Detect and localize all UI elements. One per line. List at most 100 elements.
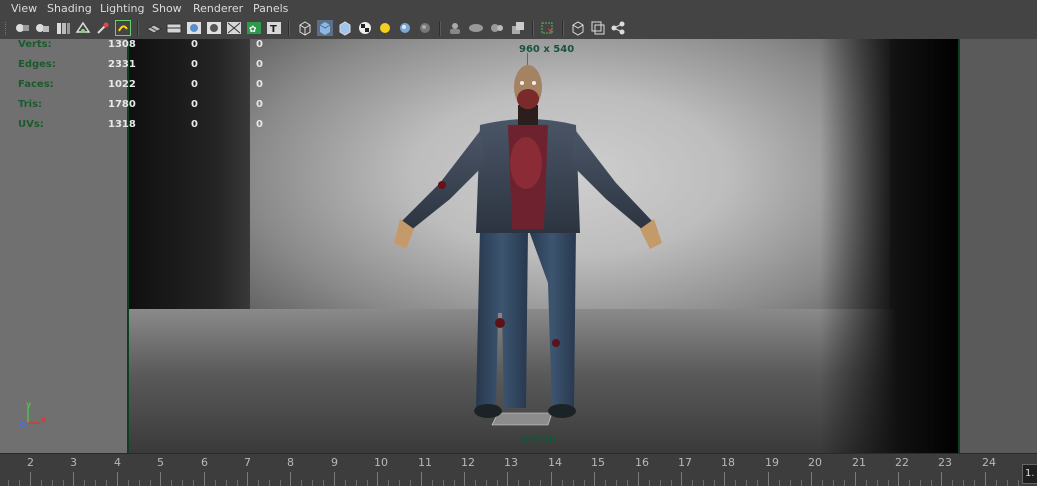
time-slider-frame-number: 2 (27, 456, 34, 469)
time-slider-minor-tick (475, 480, 476, 486)
grid-icon[interactable] (146, 20, 162, 36)
viewport-right-wall (820, 39, 960, 453)
perspective-viewport[interactable]: Verts: 1308 0 0 Edges: 2331 0 0 Faces: 1… (0, 39, 1037, 453)
svg-text:T: T (270, 24, 277, 35)
panel-menubar: View Shading Lighting Show Renderer Pane… (0, 0, 1037, 18)
bounding-box-icon[interactable] (337, 20, 353, 36)
time-slider-minor-tick (790, 480, 791, 486)
camera-attributes-icon[interactable] (34, 20, 50, 36)
time-slider-minor-tick (323, 480, 324, 486)
hud-uvs-label: UVs: (18, 119, 44, 130)
character-model[interactable] (380, 53, 680, 433)
2d-pan-zoom-icon[interactable] (115, 20, 131, 36)
time-slider-frame-number: 10 (374, 456, 388, 469)
wireframe-icon[interactable] (297, 20, 313, 36)
time-slider-frame-number: 11 (418, 456, 432, 469)
time-slider-frame-number: 6 (201, 456, 208, 469)
resolution-gate-icon[interactable] (186, 20, 202, 36)
field-chart-icon[interactable] (226, 20, 242, 36)
gate-mask-icon[interactable] (206, 20, 222, 36)
time-slider-frame-number: 12 (461, 456, 475, 469)
share-icon[interactable] (610, 20, 626, 36)
time-slider-minor-tick (573, 480, 574, 486)
xray-joints-icon[interactable] (570, 20, 586, 36)
xray-icon[interactable] (540, 20, 556, 36)
time-slider-minor-tick (562, 480, 563, 486)
hud-edges-selected: 0 (191, 59, 198, 70)
time-slider-minor-tick (931, 480, 932, 486)
hud-uvs-uv: 0 (256, 119, 263, 130)
film-gate-icon[interactable] (166, 20, 182, 36)
time-slider-frame-number: 23 (938, 456, 952, 469)
toolbar-separator (288, 21, 290, 36)
time-slider-minor-tick (888, 480, 889, 486)
time-slider-minor-tick (63, 480, 64, 486)
axis-z-label: z (19, 419, 24, 428)
bookmark-icon[interactable] (55, 20, 71, 36)
time-slider-minor-tick (19, 480, 20, 486)
time-slider-frame-number: 20 (808, 456, 822, 469)
menu-show[interactable]: Show (152, 2, 182, 15)
time-slider-minor-tick (529, 480, 530, 486)
time-slider-minor-tick (486, 480, 487, 486)
grease-pencil-icon[interactable] (95, 20, 111, 36)
time-slider-minor-tick (714, 480, 715, 486)
time-slider-minor-tick (8, 480, 9, 486)
time-slider-minor-tick (269, 480, 270, 486)
depth-of-field-icon[interactable] (489, 20, 505, 36)
textured-icon[interactable] (357, 20, 373, 36)
hud-tris-selected: 0 (191, 99, 198, 110)
menu-view[interactable]: View (11, 2, 37, 15)
time-slider-minor-tick (909, 480, 910, 486)
time-slider-minor-tick (779, 480, 780, 486)
time-slider-tick (73, 472, 74, 486)
time-slider-minor-tick (660, 480, 661, 486)
safe-title-icon[interactable]: T (266, 20, 282, 36)
time-slider-tick (377, 472, 378, 486)
camera-select-icon[interactable] (14, 20, 30, 36)
time-slider[interactable]: 2 3 4 5 6 7 8 9 10 11 12 13 14 15 16 17 18 19 20 21 22 23 24 1… (0, 453, 1037, 486)
xray-components-icon[interactable] (590, 20, 606, 36)
menu-lighting[interactable]: Lighting (100, 2, 144, 15)
time-slider-frame-number: 5 (157, 456, 164, 469)
screen-space-ao-icon[interactable] (417, 20, 433, 36)
toolbar-grip[interactable] (5, 22, 7, 35)
time-slider-tick (768, 472, 769, 486)
time-slider-minor-tick (627, 480, 628, 486)
hud-verts-selected: 0 (191, 39, 198, 50)
time-slider-tick (985, 472, 986, 486)
menu-shading[interactable]: Shading (47, 2, 92, 15)
time-slider-minor-tick (833, 480, 834, 486)
image-plane-icon[interactable] (75, 20, 91, 36)
shadows-icon[interactable] (397, 20, 413, 36)
time-slider-minor-tick (150, 480, 151, 486)
current-frame-field[interactable]: 1. (1022, 464, 1037, 484)
time-slider-minor-tick (963, 480, 964, 486)
menu-panels[interactable]: Panels (253, 2, 288, 15)
time-slider-tick (638, 472, 639, 486)
time-slider-minor-tick (844, 480, 845, 486)
toolbar-separator (532, 21, 534, 36)
time-slider-minor-tick (182, 480, 183, 486)
time-slider-minor-tick (605, 480, 606, 486)
isolate-select-icon[interactable] (510, 20, 526, 36)
time-slider-minor-tick (866, 480, 867, 486)
smooth-shade-icon[interactable] (317, 20, 333, 36)
multisample-aa-icon[interactable] (468, 20, 484, 36)
hud-edges-uv: 0 (256, 59, 263, 70)
time-slider-frame-number: 8 (287, 456, 294, 469)
time-slider-minor-tick (584, 480, 585, 486)
motion-blur-icon[interactable] (447, 20, 463, 36)
axis-y-label: y (26, 400, 32, 409)
time-slider-minor-tick (616, 480, 617, 486)
hud-faces-selected: 0 (191, 79, 198, 90)
use-all-lights-icon[interactable] (377, 20, 393, 36)
menu-renderer[interactable]: Renderer (193, 2, 243, 15)
time-slider-minor-tick (735, 480, 736, 486)
hud-tris-value: 1780 (108, 99, 136, 110)
resolution-gate-label: 960 x 540 (519, 44, 575, 55)
camera-name-label: persp (521, 431, 557, 444)
time-slider-minor-tick (746, 480, 747, 486)
time-slider-minor-tick (1007, 480, 1008, 486)
safe-action-icon[interactable]: ✿ (246, 20, 262, 36)
